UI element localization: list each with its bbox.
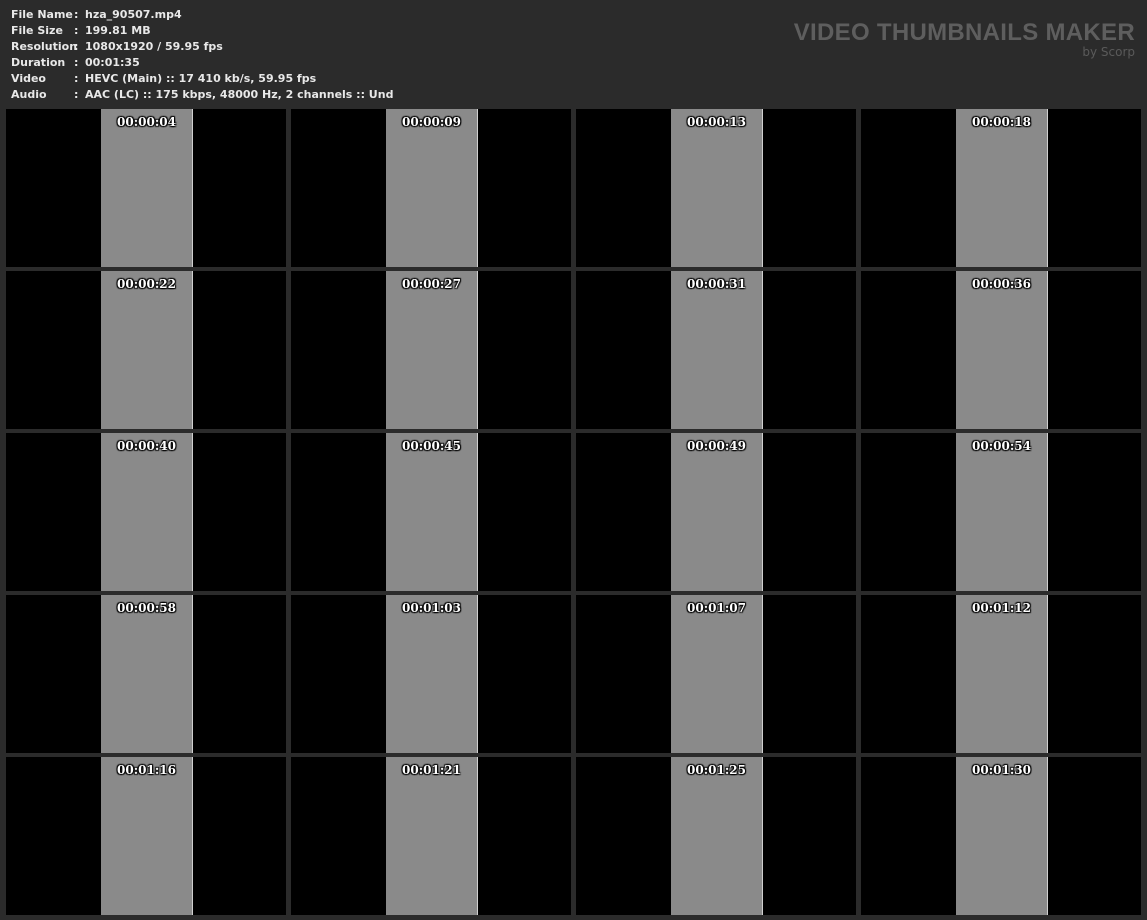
thumbnail-cell[interactable]: 00:01:07 xyxy=(576,595,856,753)
thumbnail-timestamp: 00:00:27 xyxy=(402,277,461,291)
info-separator: : xyxy=(74,24,79,37)
thumbnail-cell[interactable]: 00:00:58 xyxy=(6,595,286,753)
thumbnail-frame: 00:00:09 xyxy=(386,109,478,267)
watermark-title: VIDEO THUMBNAILS MAKER xyxy=(793,19,1135,46)
info-separator: : xyxy=(74,72,79,85)
info-separator: : xyxy=(74,56,79,69)
info-row: File Size:199.81 MB xyxy=(11,23,393,39)
thumbnail-cell[interactable]: 00:01:25 xyxy=(576,757,856,915)
thumbnail-timestamp: 00:00:36 xyxy=(972,277,1031,291)
thumbnail-frame: 00:00:58 xyxy=(101,595,193,753)
thumbnail-timestamp: 00:01:30 xyxy=(972,763,1031,777)
info-row: Audio: AAC (LC) :: 175 kbps, 48000 Hz, 2 … xyxy=(11,87,393,103)
info-value: 1080x1920 / 59.95 fps xyxy=(85,40,223,53)
thumbnail-cell[interactable]: 00:01:12 xyxy=(861,595,1141,753)
thumbnail-cell[interactable]: 00:00:09 xyxy=(291,109,571,267)
thumbnail-frame: 00:00:13 xyxy=(671,109,763,267)
thumbnail-frame: 00:01:07 xyxy=(671,595,763,753)
thumbnail-timestamp: 00:00:22 xyxy=(117,277,176,291)
thumbnail-timestamp: 00:00:18 xyxy=(972,115,1031,129)
thumbnail-timestamp: 00:01:21 xyxy=(402,763,461,777)
thumbnail-timestamp: 00:01:16 xyxy=(117,763,176,777)
thumbnail-frame: 00:01:25 xyxy=(671,757,763,915)
thumbnail-grid: 00:00:04 00:00:09 00:00:13 00:00:18 00:00:22… xyxy=(6,109,1141,915)
thumbnail-timestamp: 00:00:45 xyxy=(402,439,461,453)
info-label: File Size xyxy=(11,24,63,37)
thumbnail-cell[interactable]: 00:01:16 xyxy=(6,757,286,915)
thumbnail-frame: 00:01:03 xyxy=(386,595,478,753)
thumbnail-frame: 00:00:22 xyxy=(101,271,193,429)
info-value: hza_90507.mp4 xyxy=(85,8,182,21)
thumbnail-cell[interactable]: 00:00:40 xyxy=(6,433,286,591)
watermark: VIDEO THUMBNAILS MAKER by Scorp xyxy=(794,20,1135,59)
info-label: File Name xyxy=(11,8,73,21)
thumbnail-frame: 00:01:30 xyxy=(956,757,1048,915)
info-label: Video xyxy=(11,72,46,85)
thumbnail-timestamp: 00:00:49 xyxy=(687,439,746,453)
thumbnail-timestamp: 00:00:09 xyxy=(402,115,461,129)
thumbnail-timestamp: 00:00:58 xyxy=(117,601,176,615)
info-value: 00:01:35 xyxy=(85,56,140,69)
thumbnail-frame: 00:00:36 xyxy=(956,271,1048,429)
thumbnail-cell[interactable]: 00:00:54 xyxy=(861,433,1141,591)
thumbnail-frame: 00:00:40 xyxy=(101,433,193,591)
info-separator: : xyxy=(74,88,79,101)
thumbnail-frame: 00:01:12 xyxy=(956,595,1048,753)
info-row: Resolution:1080x1920 / 59.95 fps xyxy=(11,39,393,55)
file-info: File Name: hza_90507.mp4 File Size:199.81 … xyxy=(11,7,393,103)
thumbnail-timestamp: 00:00:04 xyxy=(117,115,176,129)
thumbnail-timestamp: 00:01:07 xyxy=(687,601,746,615)
info-label: Resolution xyxy=(11,40,78,53)
info-label: Audio xyxy=(11,88,47,101)
thumbnail-timestamp: 00:00:31 xyxy=(687,277,746,291)
info-row: File Name: hza_90507.mp4 xyxy=(11,7,393,23)
thumbnail-cell[interactable]: 00:00:49 xyxy=(576,433,856,591)
thumbnail-timestamp: 00:00:13 xyxy=(687,115,746,129)
thumbnail-cell[interactable]: 00:01:30 xyxy=(861,757,1141,915)
thumbnail-cell[interactable]: 00:00:27 xyxy=(291,271,571,429)
thumbnail-frame: 00:01:16 xyxy=(101,757,193,915)
thumbnail-frame: 00:00:49 xyxy=(671,433,763,591)
thumbnail-frame: 00:00:54 xyxy=(956,433,1048,591)
thumbnail-timestamp: 00:00:40 xyxy=(117,439,176,453)
thumbnail-cell[interactable]: 00:00:31 xyxy=(576,271,856,429)
info-label: Duration xyxy=(11,56,66,69)
thumbnail-frame: 00:01:21 xyxy=(386,757,478,915)
info-row: Video: HEVC (Main) :: 17 410 kb/s, 59.95 … xyxy=(11,71,393,87)
thumbnail-cell[interactable]: 00:00:04 xyxy=(6,109,286,267)
thumbnail-frame: 00:00:45 xyxy=(386,433,478,591)
thumbnail-frame: 00:00:27 xyxy=(386,271,478,429)
thumbnail-cell[interactable]: 00:01:21 xyxy=(291,757,571,915)
thumbnail-timestamp: 00:01:03 xyxy=(402,601,461,615)
info-row: Duration:00:01:35 xyxy=(11,55,393,71)
thumbnail-frame: 00:00:31 xyxy=(671,271,763,429)
info-separator: : xyxy=(74,40,79,53)
thumbnail-frame: 00:00:04 xyxy=(101,109,193,267)
thumbnail-timestamp: 00:00:54 xyxy=(972,439,1031,453)
info-separator: : xyxy=(74,8,79,21)
info-value: AAC (LC) :: 175 kbps, 48000 Hz, 2 channe… xyxy=(85,88,394,101)
thumbnail-timestamp: 00:01:25 xyxy=(687,763,746,777)
info-value: 199.81 MB xyxy=(85,24,151,37)
thumbnail-cell[interactable]: 00:00:22 xyxy=(6,271,286,429)
thumbnail-timestamp: 00:01:12 xyxy=(972,601,1031,615)
thumbnail-cell[interactable]: 00:01:03 xyxy=(291,595,571,753)
thumbnail-cell[interactable]: 00:00:13 xyxy=(576,109,856,267)
watermark-subtitle: by Scorp xyxy=(1082,45,1135,59)
info-value: HEVC (Main) :: 17 410 kb/s, 59.95 fps xyxy=(85,72,317,85)
thumbnail-cell[interactable]: 00:00:18 xyxy=(861,109,1141,267)
thumbnail-frame: 00:00:18 xyxy=(956,109,1048,267)
thumbnail-cell[interactable]: 00:00:45 xyxy=(291,433,571,591)
thumbnail-cell[interactable]: 00:00:36 xyxy=(861,271,1141,429)
